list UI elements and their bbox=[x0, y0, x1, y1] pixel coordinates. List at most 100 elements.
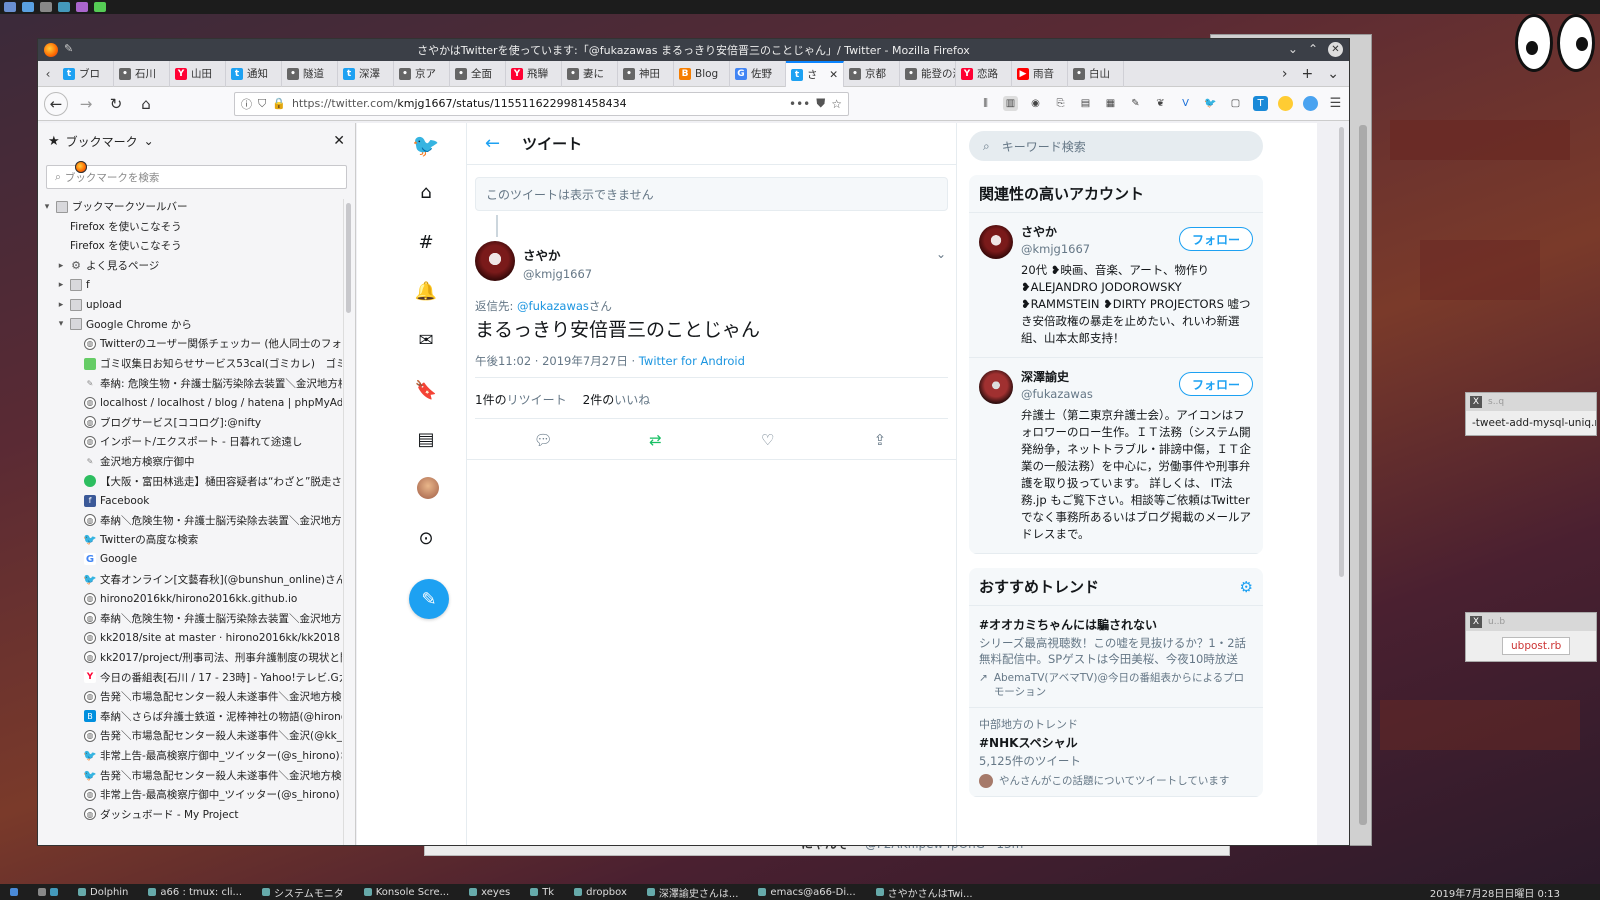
minimize-chevron-icon[interactable]: ⌄ bbox=[1288, 42, 1298, 57]
bookmark-item[interactable]: ゴミ収集日お知らせサービス53cal(ゴミカレ) ゴミの... bbox=[42, 354, 342, 374]
author-avatar[interactable] bbox=[475, 241, 515, 281]
scroll-tabs-left-icon[interactable]: ‹ bbox=[38, 67, 58, 81]
tab[interactable]: • 白山 bbox=[1068, 60, 1124, 87]
taskbar-item[interactable]: emacs@a66-Di... bbox=[748, 885, 865, 900]
kde-menu-icon[interactable] bbox=[4, 2, 16, 12]
follow-button[interactable]: フォロー bbox=[1179, 372, 1253, 396]
home-button[interactable]: ⌂ bbox=[134, 92, 158, 116]
url-bar[interactable]: ⓘ ⛉ 🔒 https://twitter.com/kmjg1667/statu… bbox=[234, 91, 849, 116]
app-icon[interactable] bbox=[94, 2, 106, 12]
mini-window-2[interactable]: Xu..b ubpost.rb bbox=[1465, 612, 1597, 662]
bookmark-folder[interactable]: ▸ upload bbox=[42, 295, 342, 315]
pin-icon[interactable]: ✎ bbox=[64, 42, 73, 55]
bookmark-star-icon[interactable]: ☆ bbox=[831, 97, 842, 111]
taskbar-item[interactable]: 深澤諭史さんは... bbox=[637, 885, 749, 900]
screenshot-icon[interactable]: ⎘ bbox=[1053, 96, 1068, 111]
bookmark-item[interactable]: ◍ hirono2016kk/hirono2016kk.github.io bbox=[42, 589, 342, 609]
back-arrow-icon[interactable]: ← bbox=[485, 133, 500, 154]
taskbar-item[interactable]: a66 : tmux: cli... bbox=[138, 885, 252, 900]
account-card[interactable]: さやか @kmjg1667 フォロー 20代 ❥映画、音楽、アート、物作り ❥A… bbox=[969, 213, 1263, 358]
taskbar-item[interactable]: dropbox bbox=[564, 885, 637, 900]
follow-button[interactable]: フォロー bbox=[1179, 227, 1253, 251]
more-icon[interactable]: ⊙ bbox=[413, 525, 439, 551]
replying-to-link[interactable]: @fukazawas bbox=[517, 299, 589, 313]
pocket-icon[interactable]: ⛊ bbox=[816, 96, 825, 111]
lists-icon[interactable]: ▤ bbox=[413, 426, 439, 452]
url-text[interactable]: https://twitter.com/kmjg1667/status/1155… bbox=[292, 97, 783, 110]
clock[interactable]: 2019年7月28日日曜日 0:13 bbox=[1430, 885, 1600, 900]
clipboard-icon[interactable]: ▢ bbox=[1228, 96, 1243, 111]
emoji-extension-icon[interactable] bbox=[1278, 96, 1293, 111]
notifications-bell-icon[interactable]: 🔔 bbox=[413, 278, 439, 304]
gear-icon[interactable]: ⚙ bbox=[1240, 578, 1253, 596]
info-icon[interactable]: ⓘ bbox=[241, 96, 252, 112]
bookmark-item[interactable]: ◍ ブログサービス[ココログ]:@nifty bbox=[42, 413, 342, 433]
bookmark-item[interactable]: Y 今日の番組表[石川 / 17 - 23時] - Yahoo!テレビ.Gガ... bbox=[42, 667, 342, 687]
bookmark-item[interactable]: ◍ localhost / localhost / blog / hatena |… bbox=[42, 393, 342, 413]
bookmark-folder[interactable]: ▾ ブックマークツールバー bbox=[42, 197, 342, 217]
bluebird-extension-icon[interactable] bbox=[1303, 96, 1318, 111]
like-heart-icon[interactable]: ♡ bbox=[756, 428, 780, 452]
tab[interactable]: t 深澤 bbox=[338, 60, 394, 87]
taskbar-item[interactable]: Dolphin bbox=[68, 885, 138, 900]
taskbar-item[interactable]: xeyes bbox=[459, 885, 520, 900]
reply-icon[interactable]: 💬︎ bbox=[531, 428, 555, 452]
tab[interactable]: • 妻に bbox=[562, 60, 618, 87]
hamburger-menu-icon[interactable]: ☰ bbox=[1328, 96, 1343, 111]
retweets-stat[interactable]: 1件のリツイート bbox=[475, 391, 567, 408]
bookmark-item[interactable]: ◍ 非常上告-最高検察庁御中_ツイッター(@s_hirono) - T... bbox=[42, 785, 342, 805]
v-extension-icon[interactable]: V bbox=[1178, 96, 1193, 111]
chevron-down-icon[interactable]: ▾ bbox=[42, 202, 52, 212]
maximize-chevron-icon[interactable]: ⌃ bbox=[1308, 42, 1318, 57]
forward-button[interactable]: → bbox=[74, 92, 98, 116]
tweet-menu-chevron-icon[interactable]: ⌄ bbox=[936, 247, 946, 261]
close-window-button[interactable]: ✕ bbox=[1328, 42, 1343, 57]
tab[interactable]: Y 恋路 bbox=[956, 60, 1012, 87]
pager-icon[interactable] bbox=[28, 888, 68, 896]
account-avatar[interactable] bbox=[979, 225, 1013, 259]
tab[interactable]: t さ ✕ bbox=[786, 60, 844, 87]
bookmark-item[interactable]: B 奉納＼さらば弁護士鉄道・泥棒神社の物語(@hirono_... bbox=[42, 706, 342, 726]
tab[interactable]: • 石川 bbox=[114, 60, 170, 87]
bookmark-item[interactable]: ◍ 告発＼市場急配センター殺人未遂事件＼金沢(@kk_h... bbox=[42, 726, 342, 746]
tab[interactable]: t 通知 bbox=[226, 60, 282, 87]
bookmark-item[interactable]: 【大阪・富田林逃走】樋田容疑者は“わざと”脱走させら... bbox=[42, 471, 342, 491]
close-sidebar-icon[interactable]: ✕ bbox=[333, 133, 345, 149]
profile-avatar[interactable] bbox=[417, 477, 439, 499]
tab[interactable]: Y 飛騨 bbox=[506, 60, 562, 87]
window-titlebar[interactable]: ✎ さやかはTwitterを使っています:「@fukazawas まるっきり安倍… bbox=[38, 39, 1349, 61]
evernote-icon[interactable]: ❦ bbox=[1153, 96, 1168, 111]
new-tab-plus-icon[interactable]: + bbox=[1302, 66, 1314, 82]
tab[interactable]: G 佐野 bbox=[730, 60, 786, 87]
tab[interactable]: • 神田 bbox=[618, 60, 674, 87]
bookmark-item[interactable]: f Facebook bbox=[42, 491, 342, 511]
chevron-right-icon[interactable]: ▸ bbox=[56, 261, 66, 271]
tab[interactable]: t ブロ bbox=[58, 60, 114, 87]
bookmark-search-input[interactable]: ⌕ ブックマークを検索 bbox=[46, 165, 347, 189]
bookmark-folder[interactable]: ▸ f bbox=[42, 275, 342, 295]
lock-icon[interactable]: 🔒 bbox=[272, 97, 286, 110]
chevron-down-icon[interactable]: ▾ bbox=[56, 319, 66, 329]
bookmark-item[interactable]: ◍ kk2018/site at master · hirono2016kk/kk… bbox=[42, 628, 342, 648]
tab[interactable]: • 全面 bbox=[450, 60, 506, 87]
close-tab-icon[interactable]: ✕ bbox=[829, 69, 838, 81]
mini-window-1[interactable]: Xs..q -tweet-add-mysql-uniq.r bbox=[1465, 392, 1597, 436]
highlighter-icon[interactable]: ✎ bbox=[1128, 96, 1143, 111]
account-avatar[interactable] bbox=[979, 370, 1013, 404]
tab[interactable]: • 京都 bbox=[844, 60, 900, 87]
bookmark-item[interactable]: ◍ 奉納＼危険生物・弁護士脳汚染除去装置＼金沢地方... bbox=[42, 511, 342, 531]
bookmark-folder[interactable]: ▾ Google Chrome から bbox=[42, 315, 342, 335]
compose-tweet-button[interactable]: ✎ bbox=[409, 579, 449, 619]
tab[interactable]: Y 山田 bbox=[170, 60, 226, 87]
reader-icon[interactable]: ▤ bbox=[1078, 96, 1093, 111]
bookmark-item[interactable]: 🐦 Twitterの高度な検索 bbox=[42, 530, 342, 550]
ubpost-button[interactable]: ubpost.rb bbox=[1502, 637, 1571, 655]
trend-item[interactable]: #オオカミちゃんには騙されない シリーズ最高視聴数！この嘘を見抜けるか？1・2話… bbox=[969, 606, 1263, 708]
account-card[interactable]: 深澤諭史 @fukazawas フォロー 弁護士（第二東京弁護士会）。アイコンは… bbox=[969, 358, 1263, 554]
list-all-tabs-chevron-icon[interactable]: ⌄ bbox=[1327, 66, 1339, 82]
bookmark-folder[interactable]: ▸ ⚙ よく見るページ bbox=[42, 256, 342, 276]
tab[interactable]: • 隧道 bbox=[282, 60, 338, 87]
scroll-tabs-right-icon[interactable]: › bbox=[1282, 66, 1288, 82]
messages-envelope-icon[interactable]: ✉ bbox=[413, 327, 439, 353]
desktop-pager-icon[interactable] bbox=[58, 2, 70, 12]
